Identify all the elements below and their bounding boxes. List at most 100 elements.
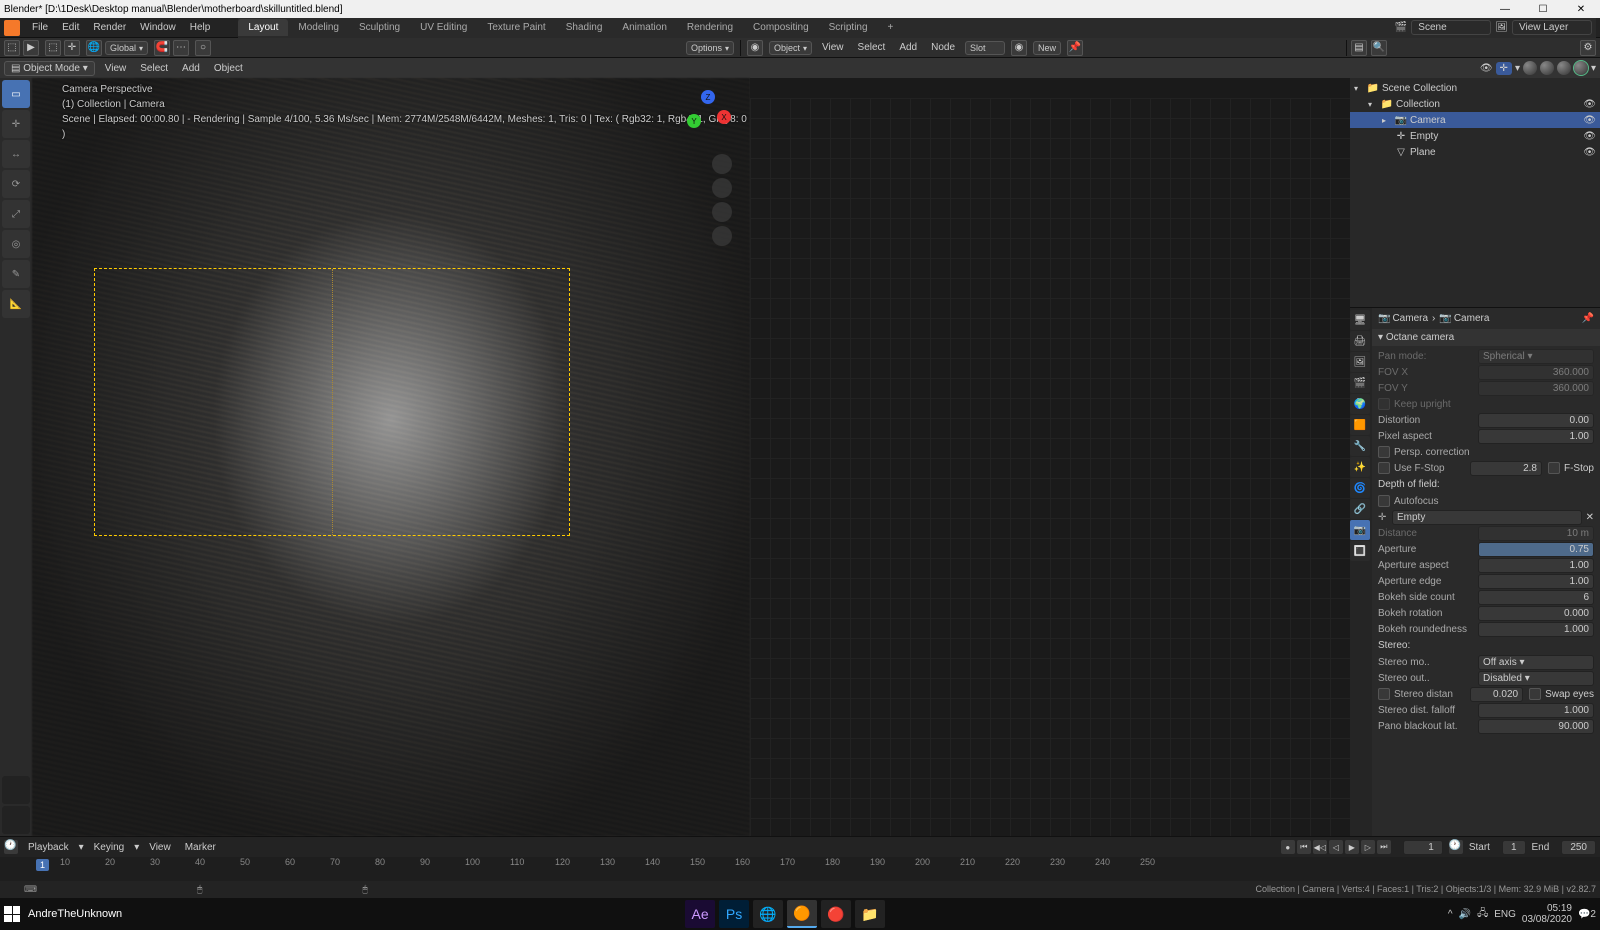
shader-menu-view[interactable]: View <box>818 41 848 54</box>
dropdown[interactable]: Off axis ▾ <box>1478 655 1594 670</box>
tool-panel-1[interactable] <box>2 776 30 804</box>
gizmo-toggle-icon[interactable]: ✛ <box>1496 62 1512 75</box>
shader-menu-node[interactable]: Node <box>927 41 959 54</box>
num-input[interactable]: 90.000 <box>1478 719 1594 734</box>
workspace-tab-layout[interactable]: Layout <box>238 19 288 36</box>
timeline-ruler[interactable]: 1 10203040506070809010011012013014015016… <box>0 857 1600 881</box>
end-frame-input[interactable]: 250 <box>1561 840 1596 855</box>
jump-start-icon[interactable]: ⏮ <box>1297 840 1311 854</box>
taskbar-app-chrome[interactable]: 🌐 <box>753 900 783 928</box>
axis-z-icon[interactable]: Z <box>701 90 715 104</box>
clear-icon[interactable]: ✕ <box>1586 512 1594 523</box>
timeline-cursor[interactable]: 1 <box>36 859 49 871</box>
dropdown[interactable]: Disabled ▾ <box>1478 671 1594 686</box>
num-input[interactable]: 360.000 <box>1478 365 1594 380</box>
taskbar-app-ps[interactable]: Ps <box>719 900 749 928</box>
crumb-data[interactable]: 📷 Camera <box>1439 313 1489 324</box>
workspace-tab-animation[interactable]: Animation <box>612 19 676 36</box>
tray-volume-icon[interactable]: 🔊 <box>1459 909 1471 920</box>
overlay-dropdown-icon[interactable]: ▾ <box>1515 63 1520 74</box>
proportional-edit-icon[interactable]: ○ <box>195 40 211 56</box>
workspace-tab-rendering[interactable]: Rendering <box>677 19 743 36</box>
props-tab-object[interactable]: 🟧 <box>1350 415 1370 435</box>
props-tab-texture[interactable]: 🔳 <box>1350 541 1370 561</box>
outliner-expand-icon[interactable]: ▸ <box>1382 116 1392 125</box>
menu-window[interactable]: Window <box>134 20 182 35</box>
tl-menu-view[interactable]: View <box>145 841 175 854</box>
start-button[interactable] <box>4 906 20 922</box>
tl-menu-keying[interactable]: Keying <box>90 841 129 854</box>
visibility-toggle-icon[interactable]: 👁 <box>1583 131 1596 142</box>
props-tab-modifiers[interactable]: 🔧 <box>1350 436 1370 456</box>
play-reverse-icon[interactable]: ◁ <box>1329 840 1343 854</box>
panel-header-octane-camera[interactable]: ▾ Octane camera <box>1372 329 1600 346</box>
workspace-tab-texturepaint[interactable]: Texture Paint <box>477 19 555 36</box>
visibility-toggle-icon[interactable]: 👁 <box>1583 147 1596 158</box>
visibility-toggle-icon[interactable]: 👁 <box>1583 115 1596 126</box>
shader-editor-type-icon[interactable]: ◉ <box>747 40 763 56</box>
props-tab-output[interactable]: 🖨 <box>1350 331 1370 351</box>
nav-pan-icon[interactable] <box>712 178 732 198</box>
workspace-tab-uv[interactable]: UV Editing <box>410 19 477 36</box>
checkbox[interactable] <box>1378 495 1390 507</box>
props-tab-physics[interactable]: 🌀 <box>1350 478 1370 498</box>
workspace-tab-modeling[interactable]: Modeling <box>288 19 349 36</box>
transform-orient-dropdown[interactable]: Global <box>105 41 148 55</box>
tl-menu-playback[interactable]: Playback <box>24 841 73 854</box>
outliner-row[interactable]: ▽Plane👁 <box>1350 144 1600 160</box>
start-frame-input[interactable]: 1 <box>1502 840 1526 855</box>
num-input[interactable]: 360.000 <box>1478 381 1594 396</box>
mode-selector[interactable]: ▤ Object Mode ▾ <box>4 61 95 76</box>
tool-cursor[interactable]: ✛ <box>2 110 30 138</box>
jump-end-icon[interactable]: ⏭ <box>1377 840 1391 854</box>
checkbox[interactable] <box>1378 398 1390 410</box>
move-icon[interactable]: ✛ <box>64 40 80 56</box>
shading-rendered-icon[interactable] <box>1574 61 1588 75</box>
outliner-row[interactable]: ✛Empty👁 <box>1350 128 1600 144</box>
checkbox[interactable] <box>1548 462 1560 474</box>
nav-zoom-icon[interactable] <box>712 154 732 174</box>
workspace-tab-compositing[interactable]: Compositing <box>743 19 819 36</box>
viewport-nav-gizmo[interactable]: X Y Z <box>681 90 735 144</box>
maximize-button[interactable]: ☐ <box>1528 4 1558 15</box>
taskbar-app-octane[interactable]: 🔴 <box>821 900 851 928</box>
keyframe-next-icon[interactable]: ▷ <box>1361 840 1375 854</box>
menu-help[interactable]: Help <box>184 20 217 35</box>
num-input[interactable]: 6 <box>1478 590 1594 605</box>
shading-dropdown-icon[interactable]: ▾ <box>1591 63 1596 74</box>
workspace-tab-shading[interactable]: Shading <box>556 19 613 36</box>
overlays-toggle-icon[interactable]: 👁 <box>1480 63 1493 74</box>
slot-selector[interactable]: Slot <box>965 41 1005 55</box>
num-input[interactable]: 1.000 <box>1478 622 1594 637</box>
menu-file[interactable]: File <box>26 20 54 35</box>
num-input[interactable]: 1.00 <box>1478 558 1594 573</box>
workspace-tab-sculpting[interactable]: Sculpting <box>349 19 410 36</box>
tray-chevron-icon[interactable]: ^ <box>1448 909 1453 920</box>
close-button[interactable]: ✕ <box>1566 4 1596 15</box>
num-input[interactable]: 1.00 <box>1478 574 1594 589</box>
taskbar-app-blender[interactable]: 🟠 <box>787 900 817 928</box>
vp-menu-select[interactable]: Select <box>136 62 172 75</box>
props-tab-scene[interactable]: 🎬 <box>1350 373 1370 393</box>
properties-pin-icon[interactable]: 📌 <box>1582 313 1594 324</box>
props-tab-world[interactable]: 🌍 <box>1350 394 1370 414</box>
scene-selector[interactable]: Scene <box>1411 20 1491 35</box>
outliner-row[interactable]: ▾📁Collection👁 <box>1350 96 1600 112</box>
shader-menu-add[interactable]: Add <box>895 41 921 54</box>
props-tab-camera-data[interactable]: 📷 <box>1350 520 1370 540</box>
minimize-button[interactable]: — <box>1490 4 1520 15</box>
axis-x-icon[interactable]: X <box>717 110 731 124</box>
tool-select-box[interactable]: ▭ <box>2 80 30 108</box>
num-input[interactable]: 0.000 <box>1478 606 1594 621</box>
object-picker[interactable]: Empty <box>1392 510 1582 525</box>
taskbar-app-ae[interactable]: Ae <box>685 900 715 928</box>
tool-scale[interactable]: ⤢ <box>2 200 30 228</box>
tl-menu-marker[interactable]: Marker <box>181 841 220 854</box>
tool-move[interactable]: ↔ <box>2 140 30 168</box>
nav-camera-icon[interactable] <box>712 202 732 222</box>
num-input[interactable]: 1.00 <box>1478 429 1594 444</box>
material-pin-icon[interactable]: ◉ <box>1011 40 1027 56</box>
checkbox[interactable] <box>1378 462 1390 474</box>
workspace-tab-add[interactable]: + <box>878 19 904 36</box>
3d-viewport[interactable]: Camera Perspective (1) Collection | Came… <box>32 78 750 836</box>
